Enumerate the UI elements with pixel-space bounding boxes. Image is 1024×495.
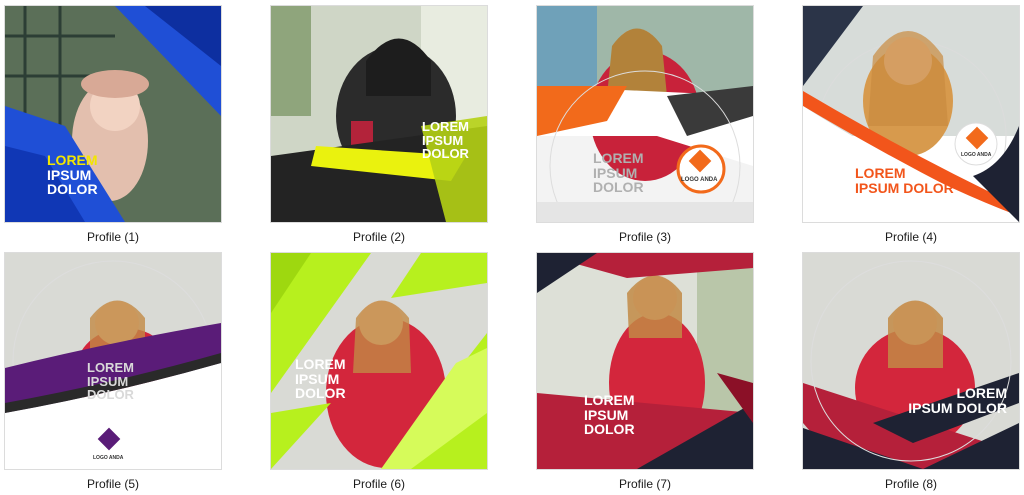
file-caption-4[interactable]: Profile (4) [802,230,1020,244]
headline-line-2: IPSUM [295,370,340,387]
thumbnail-7[interactable]: LOREM IPSUM DOLOR [536,252,754,470]
thumbnail-2[interactable]: LOREM IPSUM DOLOR [270,5,488,223]
file-caption-6[interactable]: Profile (6) [270,477,488,491]
headline-line-1: LOREM [295,356,346,372]
file-tile-4[interactable]: LOREM IPSUM DOLOR LOGO ANDA Profile (4) [802,5,1020,244]
logo-text: LOGO ANDA [681,177,718,183]
thumbnail-6[interactable]: LOREM IPSUM DOLOR [270,252,488,470]
thumbnail-8[interactable]: LOREM IPSUM DOLOR [802,252,1020,470]
thumbnail-image-1 [5,6,221,222]
file-tile-8[interactable]: LOREM IPSUM DOLOR Profile (8) [802,252,1020,491]
file-caption-5[interactable]: Profile (5) [4,477,222,491]
headline-line-2: IPSUM [422,132,464,148]
logo-text: LOGO ANDA [93,455,124,461]
headline-line-1: LOREM [855,165,906,181]
headline-line-3: DOLOR [593,179,644,196]
headline-line-2: IPSUM [584,406,629,423]
thumbnail-image-2 [271,6,487,222]
thumbnail-1[interactable]: LOREM IPSUM DOLOR [4,5,222,223]
file-tile-5[interactable]: LOREM IPSUM DOLOR LOGO ANDA Profile (5) [4,252,222,491]
file-tile-3[interactable]: LOREM IPSUM DOLOR LOGO ANDA Profile (3) [536,5,754,244]
headline-line-2: IPSUM [47,166,92,183]
thumbnail-4[interactable]: LOREM IPSUM DOLOR LOGO ANDA [802,5,1020,223]
headline-line-1: LOREM [593,150,644,166]
headline-line-2: IPSUM [87,373,129,389]
file-tile-7[interactable]: LOREM IPSUM DOLOR Profile (7) [536,252,754,491]
headline-line-1: LOREM [584,392,635,408]
logo-text: LOGO ANDA [961,152,992,158]
file-caption-3[interactable]: Profile (3) [536,230,754,244]
file-tile-6[interactable]: LOREM IPSUM DOLOR Profile (6) [270,252,488,491]
file-tile-2[interactable]: LOREM IPSUM DOLOR Profile (2) [270,5,488,244]
thumbnail-image-3 [537,6,753,222]
headline-line-2: IPSUM DOLOR [908,399,1007,416]
headline-line-3: DOLOR [87,387,134,403]
file-caption-8[interactable]: Profile (8) [802,477,1020,491]
thumbnail-3[interactable]: LOREM IPSUM DOLOR LOGO ANDA [536,5,754,223]
headline-line-1: LOREM [47,152,98,168]
headline-line-3: DOLOR [584,421,635,438]
file-caption-7[interactable]: Profile (7) [536,477,754,491]
headline-line-1: LOREM [956,385,1007,401]
thumbnail-image-7 [537,253,753,469]
thumbnail-5[interactable]: LOREM IPSUM DOLOR LOGO ANDA [4,252,222,470]
headline-line-1: LOREM [87,360,134,375]
headline-line-3: DOLOR [47,181,98,198]
file-caption-1[interactable]: Profile (1) [4,230,222,244]
file-tile-1[interactable]: LOREM IPSUM DOLOR Profile (1) [4,5,222,244]
file-caption-2[interactable]: Profile (2) [270,230,488,244]
headline-line-3: DOLOR [295,385,346,402]
headline-line-2: IPSUM DOLOR [855,179,954,196]
thumbnail-image-8 [803,253,1019,469]
headline-line-3: DOLOR [422,146,469,162]
headline-line-2: IPSUM [593,164,638,181]
headline-line-1: LOREM [422,119,469,134]
